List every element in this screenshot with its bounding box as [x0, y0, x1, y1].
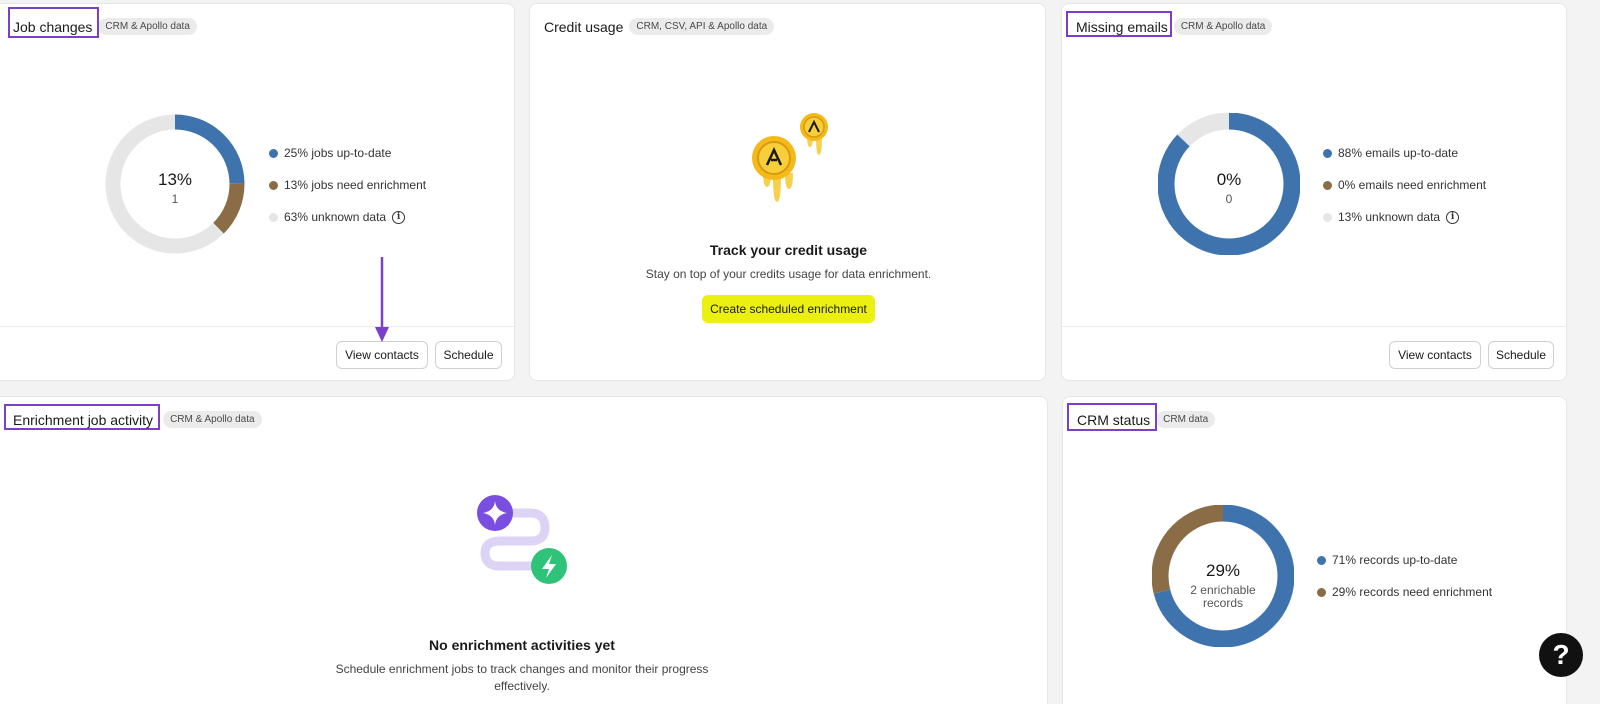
legend-dot — [1317, 587, 1326, 597]
card-header: Job changes CRM & Apollo data — [13, 18, 197, 35]
legend-label: 88% emails up-to-date — [1338, 146, 1459, 160]
legend-item: 63% unknown data i — [269, 201, 426, 233]
schedule-button[interactable]: Schedule — [1488, 341, 1554, 369]
card-title: Job changes — [13, 18, 93, 35]
credit-usage-card: Credit usage CRM, CSV, API & Apollo data… — [529, 3, 1046, 381]
card-header: CRM status CRM data — [1077, 411, 1216, 428]
donut-count: 1 — [171, 192, 179, 206]
crm-status-card: CRM status CRM data 29% 2 enrichable rec… — [1062, 396, 1567, 704]
coins-illustration — [752, 113, 828, 202]
card-header: Missing emails CRM & Apollo data — [1076, 18, 1273, 35]
legend-label: 13% jobs need enrichment — [284, 178, 427, 192]
legend-item: 0% emails need enrichment — [1323, 169, 1486, 201]
donut-count: 0 — [1225, 192, 1233, 206]
job-changes-card: Job changes CRM & Apollo data 13% 1 25% … — [0, 3, 515, 381]
data-source-tag: CRM & Apollo data — [163, 411, 262, 428]
donut-percentage: 29% — [1205, 561, 1241, 580]
activity-illustration — [477, 495, 567, 584]
data-source-tag: CRM data — [1156, 411, 1216, 428]
empty-state-title: Track your credit usage — [709, 242, 868, 258]
donut-center: 0% 0 — [1189, 170, 1269, 206]
legend-label: 29% records need enrichment — [1332, 585, 1493, 599]
legend-dot — [1323, 148, 1332, 158]
legend-label: 71% records up-to-date — [1332, 553, 1458, 567]
donut-percentage: 0% — [1216, 170, 1242, 189]
legend-dot — [269, 148, 278, 158]
info-icon[interactable]: i — [392, 210, 406, 224]
legend-label: 0% emails need enrichment — [1338, 178, 1487, 192]
info-icon[interactable]: i — [1446, 210, 1460, 224]
legend-dot — [269, 212, 278, 222]
legend-label: 13% unknown data — [1338, 210, 1441, 224]
view-contacts-button[interactable]: View contacts — [1389, 341, 1481, 369]
legend-item: 29% records need enrichment — [1317, 576, 1492, 608]
create-scheduled-enrichment-button[interactable]: Create scheduled enrichment — [702, 295, 875, 323]
card-title: Missing emails — [1076, 18, 1168, 35]
schedule-button[interactable]: Schedule — [435, 341, 502, 369]
legend-dot — [1317, 555, 1326, 565]
legend-label: 63% unknown data — [284, 210, 387, 224]
legend-item: 88% emails up-to-date — [1323, 137, 1486, 169]
card-title: CRM status — [1077, 411, 1151, 428]
legend-dot — [1323, 212, 1332, 222]
card-header: Credit usage CRM, CSV, API & Apollo data — [544, 18, 775, 35]
empty-state-description: Schedule enrichment jobs to track change… — [335, 662, 709, 693]
legend-item: 25% jobs up-to-date — [269, 137, 426, 169]
missing-emails-card: Missing emails CRM & Apollo data 0% 0 88… — [1061, 3, 1567, 381]
legend-dot — [269, 180, 278, 190]
card-title: Enrichment job activity — [13, 411, 154, 428]
help-button[interactable]: ? — [1539, 633, 1583, 677]
card-divider — [1062, 326, 1566, 327]
legend-item: 13% jobs need enrichment — [269, 169, 426, 201]
chart-legend: 25% jobs up-to-date 13% jobs need enrich… — [269, 137, 426, 233]
data-source-tag: CRM, CSV, API & Apollo data — [629, 18, 775, 35]
legend-item: 13% unknown data i — [1323, 201, 1486, 233]
card-header: Enrichment job activity CRM & Apollo dat… — [13, 411, 262, 428]
legend-dot — [1323, 180, 1332, 190]
annotation-arrow — [375, 257, 389, 342]
donut-subtitle: 2 enrichable records — [1190, 583, 1256, 610]
view-contacts-button[interactable]: View contacts — [336, 341, 428, 369]
legend-item: 71% records up-to-date — [1317, 544, 1492, 576]
data-source-tag: CRM & Apollo data — [1173, 18, 1273, 35]
enrichment-job-activity-card: Enrichment job activity CRM & Apollo dat… — [0, 396, 1048, 704]
data-source-tag: CRM & Apollo data — [98, 18, 197, 35]
legend-label: 25% jobs up-to-date — [284, 146, 392, 160]
card-divider — [0, 326, 514, 327]
donut-center: 29% 2 enrichable records — [1178, 561, 1268, 610]
empty-state-description: Stay on top of your credits usage for da… — [645, 267, 932, 281]
chart-legend: 88% emails up-to-date 0% emails need enr… — [1323, 137, 1486, 233]
card-title: Credit usage — [544, 18, 624, 35]
empty-state-title: No enrichment activities yet — [429, 637, 615, 653]
chart-legend: 71% records up-to-date 29% records need … — [1317, 544, 1492, 608]
donut-center: 13% 1 — [135, 170, 215, 206]
donut-percentage: 13% — [157, 170, 193, 189]
